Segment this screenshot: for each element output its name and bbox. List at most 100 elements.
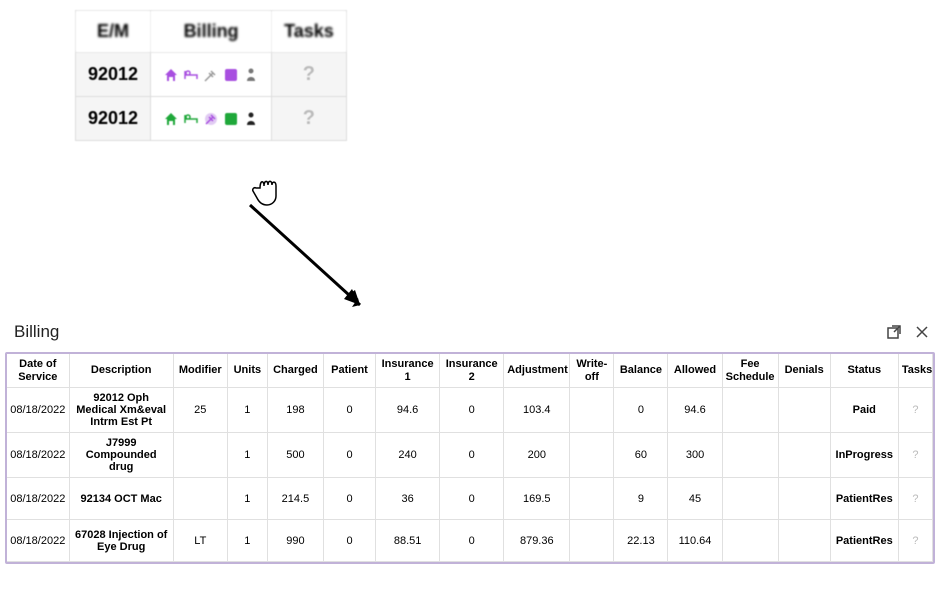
em-code: 92012 [88, 108, 138, 128]
cell-units: 1 [227, 433, 267, 478]
tasks-marker: ? [303, 107, 315, 129]
cell-description: J7999 Compounded drug [69, 433, 173, 478]
bed-icon[interactable] [183, 67, 199, 83]
cell-charged: 214.5 [267, 478, 323, 520]
col-tasks: Tasks [898, 354, 932, 388]
cell-tasks: ? [898, 433, 932, 478]
cell-status: Paid [830, 388, 898, 433]
cell-allowed: 45 [668, 478, 722, 520]
cell-fee [722, 388, 778, 433]
col-date: Date of Service [7, 354, 69, 388]
cell-tasks: ? [898, 478, 932, 520]
cell-balance: 60 [614, 433, 668, 478]
cell-units: 1 [227, 478, 267, 520]
cell-adjustment: 169.5 [504, 478, 570, 520]
cell-modifier: LT [173, 520, 227, 562]
cell-adjustment: 879.36 [504, 520, 570, 562]
table-row[interactable]: 08/18/202292134 OCT Mac1214.50360169.594… [7, 478, 933, 520]
cell-patient: 0 [323, 478, 375, 520]
bed-icon[interactable] [183, 111, 199, 127]
cell-ins2: 0 [440, 520, 504, 562]
appointment-row: 92012 ? [76, 97, 347, 141]
cell-description: 67028 Injection of Eye Drug [69, 520, 173, 562]
cell-denials [778, 433, 830, 478]
col-status: Status [830, 354, 898, 388]
col-insurance-2: Insurance 2 [440, 354, 504, 388]
col-adjustment: Adjustment [504, 354, 570, 388]
cell-ins2: 0 [440, 478, 504, 520]
col-charged: Charged [267, 354, 323, 388]
table-row[interactable]: 08/18/202267028 Injection of Eye DrugLT1… [7, 520, 933, 562]
cell-description: 92012 Oph Medical Xm&eval Intrm Est Pt [69, 388, 173, 433]
tasks-marker: ? [303, 63, 315, 85]
cell-modifier [173, 433, 227, 478]
home-icon[interactable] [163, 111, 179, 127]
cell-allowed: 94.6 [668, 388, 722, 433]
cell-ins2: 0 [440, 388, 504, 433]
cell-balance: 0 [614, 388, 668, 433]
cell-units: 1 [227, 520, 267, 562]
cell-allowed: 110.64 [668, 520, 722, 562]
person-icon[interactable] [243, 67, 259, 83]
cell-writeoff [570, 433, 614, 478]
popout-icon[interactable] [886, 324, 902, 340]
cell-date: 08/18/2022 [7, 388, 69, 433]
col-patient: Patient [323, 354, 375, 388]
square-icon[interactable] [223, 111, 239, 127]
col-balance: Balance [614, 354, 668, 388]
cell-adjustment: 200 [504, 433, 570, 478]
cell-ins1: 240 [376, 433, 440, 478]
cell-status: InProgress [830, 433, 898, 478]
syringe-icon[interactable] [203, 67, 219, 83]
cell-charged: 198 [267, 388, 323, 433]
cell-status: PatientRes [830, 520, 898, 562]
cell-fee [722, 520, 778, 562]
cell-allowed: 300 [668, 433, 722, 478]
cell-patient: 0 [323, 520, 375, 562]
cell-ins1: 88.51 [376, 520, 440, 562]
col-header-billing: Billing [151, 11, 272, 53]
col-units: Units [227, 354, 267, 388]
appointment-row: 92012 ? [76, 53, 347, 97]
cell-balance: 9 [614, 478, 668, 520]
square-icon[interactable] [223, 67, 239, 83]
col-modifier: Modifier [173, 354, 227, 388]
cell-date: 08/18/2022 [7, 478, 69, 520]
cell-fee [722, 478, 778, 520]
close-icon[interactable] [914, 324, 930, 340]
billing-panel-header: Billing [14, 322, 930, 342]
cell-writeoff [570, 520, 614, 562]
cell-adjustment: 103.4 [504, 388, 570, 433]
cell-denials [778, 388, 830, 433]
cell-units: 1 [227, 388, 267, 433]
table-row[interactable]: 08/18/202292012 Oph Medical Xm&eval Intr… [7, 388, 933, 433]
billing-icons[interactable] [163, 111, 259, 127]
cell-writeoff [570, 478, 614, 520]
cell-date: 08/18/2022 [7, 520, 69, 562]
billing-icons[interactable] [163, 67, 259, 83]
col-writeoff: Write-off [570, 354, 614, 388]
cell-writeoff [570, 388, 614, 433]
home-icon[interactable] [163, 67, 179, 83]
person-icon[interactable] [243, 111, 259, 127]
table-row[interactable]: 08/18/2022J7999 Compounded drug150002400… [7, 433, 933, 478]
cell-fee [722, 433, 778, 478]
syringe-icon[interactable] [203, 111, 219, 127]
col-insurance-1: Insurance 1 [376, 354, 440, 388]
cell-balance: 22.13 [614, 520, 668, 562]
cell-date: 08/18/2022 [7, 433, 69, 478]
cell-denials [778, 520, 830, 562]
col-description: Description [69, 354, 173, 388]
cell-charged: 990 [267, 520, 323, 562]
cell-description: 92134 OCT Mac [69, 478, 173, 520]
panel-title: Billing [14, 322, 59, 342]
cell-patient: 0 [323, 388, 375, 433]
cell-patient: 0 [323, 433, 375, 478]
cell-modifier [173, 478, 227, 520]
col-denials: Denials [778, 354, 830, 388]
cell-ins1: 36 [376, 478, 440, 520]
col-allowed: Allowed [668, 354, 722, 388]
cell-modifier: 25 [173, 388, 227, 433]
cursor-hand-icon [246, 168, 286, 208]
col-fee-schedule: Fee Schedule [722, 354, 778, 388]
